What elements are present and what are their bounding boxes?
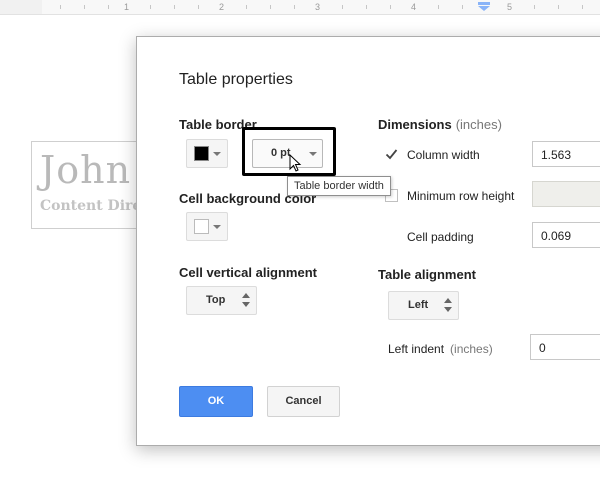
left-indent-title: Left indent: [388, 342, 445, 356]
column-width-input[interactable]: 1.563: [532, 141, 600, 167]
document-name-text: John: [40, 148, 132, 192]
ruler-number: 1: [124, 2, 130, 12]
dimensions-title: Dimensions: [378, 117, 452, 132]
border-color-button[interactable]: [186, 139, 228, 168]
ruler-tick: [462, 5, 463, 9]
ruler-tick: [534, 5, 535, 9]
ruler-tick: [60, 5, 61, 9]
ruler-number: 4: [411, 2, 417, 12]
ruler-tick: [294, 5, 295, 9]
cell-padding-label: Cell padding: [407, 230, 474, 244]
ruler-tick: [582, 5, 583, 9]
ruler-tick: [174, 5, 175, 9]
ruler-number: 3: [315, 2, 321, 12]
column-width-checkbox[interactable]: [385, 148, 398, 161]
minimum-row-height-label: Minimum row height: [407, 189, 515, 203]
mouse-pointer-icon: [289, 154, 302, 172]
left-indent-input[interactable]: 0: [530, 334, 600, 360]
cell-background-swatch: [194, 219, 209, 234]
table-alignment-select[interactable]: Left: [388, 291, 459, 320]
table-alignment-value: Left: [408, 299, 429, 311]
border-width-tooltip: Table border width: [287, 176, 391, 196]
ruler-tick: [558, 5, 559, 9]
table-properties-dialog: Table properties Table border 0 pt Cell …: [136, 36, 600, 446]
dialog-title: Table properties: [179, 71, 293, 88]
chevron-down-icon: [213, 152, 221, 156]
ruler-tick: [198, 5, 199, 9]
cell-vertical-alignment-label: Cell vertical alignment: [179, 265, 317, 280]
cell-background-color-button[interactable]: [186, 212, 228, 241]
dimensions-label: Dimensions (inches): [378, 117, 502, 132]
ruler-tick: [438, 5, 439, 9]
cell-vertical-alignment-select[interactable]: Top: [186, 286, 257, 315]
ruler-tick: [270, 5, 271, 9]
ruler: 1 2 3 4 5: [0, 0, 600, 15]
ruler-tick: [108, 5, 109, 9]
cancel-button[interactable]: Cancel: [267, 386, 340, 417]
ruler-tick: [366, 5, 367, 9]
ruler-tick: [150, 5, 151, 9]
ruler-tick: [246, 5, 247, 9]
indent-marker-icon[interactable]: [478, 2, 490, 11]
ruler-tick: [84, 5, 85, 9]
document-subtitle-text: Content Dire: [40, 198, 142, 214]
document-table-cell: John Content Dire: [31, 141, 153, 229]
left-indent-unit: (inches): [450, 342, 493, 356]
table-alignment-label: Table alignment: [378, 267, 476, 282]
dimensions-unit: (inches): [455, 117, 502, 132]
ruler-number: 2: [219, 2, 225, 12]
ruler-tick: [342, 5, 343, 9]
border-color-swatch: [194, 146, 209, 161]
ok-button[interactable]: OK: [179, 386, 253, 417]
up-down-arrows-icon: [242, 293, 250, 307]
left-indent-label: Left indent (inches): [388, 342, 493, 356]
ruler-number: 5: [507, 2, 513, 12]
up-down-arrows-icon: [444, 298, 452, 312]
cell-padding-input[interactable]: 0.069: [532, 222, 600, 248]
chevron-down-icon: [213, 225, 221, 229]
cell-vertical-alignment-value: Top: [206, 294, 226, 306]
ruler-tick: [390, 5, 391, 9]
minimum-row-height-input[interactable]: [532, 181, 600, 207]
column-width-label: Column width: [407, 148, 480, 162]
